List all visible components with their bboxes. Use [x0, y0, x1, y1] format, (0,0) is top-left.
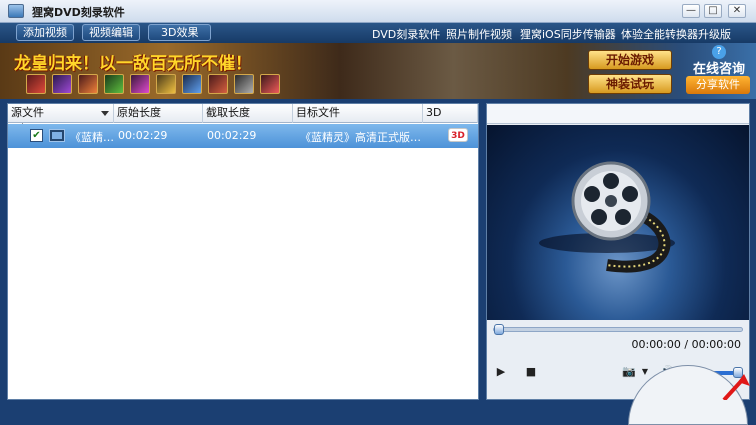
row-clip-length: 00:02:29 — [207, 129, 257, 142]
col-original-length[interactable]: 原始长度 — [114, 104, 203, 123]
3d-badge-icon[interactable]: 3D — [448, 128, 468, 142]
weapon-icon — [208, 74, 228, 94]
time-display: 00:00:00 / 00:00:00 — [631, 338, 741, 351]
weapon-icon — [130, 74, 150, 94]
weapon-icon — [26, 74, 46, 94]
banner-slogan: 龙皇归来！以一敌百无所不催！ — [14, 54, 252, 74]
row-checkbox[interactable]: ✔ — [30, 129, 43, 142]
link-ios-transfer[interactable]: 狸窝iOS同步传输器 — [520, 26, 616, 42]
weapon-icon — [182, 74, 202, 94]
help-icon[interactable]: ? — [712, 45, 726, 59]
seek-handle[interactable] — [494, 324, 504, 335]
video-preview[interactable] — [487, 125, 749, 320]
col-source[interactable]: 源文件 — [8, 104, 114, 123]
weapon-icon — [104, 74, 124, 94]
weapon-icon — [260, 74, 280, 94]
online-consult-link[interactable]: 在线咨询 — [688, 58, 750, 77]
app-icon — [8, 4, 24, 18]
link-photo-to-video[interactable]: 照片制作视频 — [446, 26, 512, 42]
preview-header — [487, 104, 749, 124]
share-software-button[interactable]: 分享软件 — [686, 76, 750, 94]
weapon-icon — [234, 74, 254, 94]
col-source-label: 源文件 — [11, 106, 44, 119]
stop-icon[interactable]: ■ — [523, 365, 539, 379]
play-icon[interactable]: ▶ — [493, 365, 509, 379]
row-target: 《蓝精灵》高清正式版… — [300, 131, 421, 144]
sort-arrow-icon[interactable] — [101, 111, 109, 116]
toolbar: 添加视频 视频编辑 3D效果 DVD刻录软件 照片制作视频 狸窝iOS同步传输器… — [0, 23, 756, 43]
edit-video-button[interactable]: 视频编辑 — [82, 24, 140, 41]
minimize-button[interactable]: — — [682, 4, 700, 18]
close-button[interactable]: ✕ — [728, 4, 746, 18]
seek-bar[interactable] — [493, 324, 743, 335]
try-equipment-button[interactable]: 神装试玩 — [588, 74, 672, 94]
3d-effect-button[interactable]: 3D效果 — [148, 24, 212, 41]
link-converter-upgrade[interactable]: 体验全能转换器升级版 — [621, 26, 731, 42]
red-arrow-icon — [722, 374, 750, 400]
preview-panel: 00:00:00 / 00:00:00 ▶ ■ 📷 ▼ 🔊 — [486, 103, 750, 400]
ad-banner[interactable]: 龙皇归来！以一敌百无所不催！ 开始游戏 神装试玩 ? 在线咨询 分享软件 — [0, 43, 756, 99]
weapon-icon — [156, 74, 176, 94]
col-3d[interactable]: 3D — [423, 104, 478, 123]
add-video-button[interactable]: 添加视频 — [16, 24, 74, 41]
weapon-icon — [78, 74, 98, 94]
window-title: 狸窝DVD刻录软件 — [32, 6, 125, 19]
row-source: 《蓝精… — [70, 131, 114, 144]
start-game-button[interactable]: 开始游戏 — [588, 50, 672, 70]
col-target[interactable]: 目标文件 — [293, 104, 423, 123]
weapon-icon — [52, 74, 72, 94]
link-dvd-burner[interactable]: DVD刻录软件 — [372, 26, 440, 42]
film-icon — [49, 129, 65, 142]
title-bar: 狸窝DVD刻录软件 — □ ✕ — [0, 0, 756, 23]
table-row[interactable]: ✔ 《蓝精… 00:02:29 00:02:29 《蓝精灵》高清正式版… 3D — [8, 124, 478, 148]
row-original-length: 00:02:29 — [118, 129, 168, 142]
film-reel-icon — [539, 161, 675, 273]
list-header: 源文件 原始长度 截取长度 目标文件 3D — [8, 104, 478, 123]
restore-button[interactable]: □ — [704, 4, 722, 18]
col-clip-length[interactable]: 截取长度 — [203, 104, 293, 123]
file-list: 源文件 原始长度 截取长度 目标文件 3D ✔ 《蓝精… 00:02:29 00… — [7, 103, 479, 400]
